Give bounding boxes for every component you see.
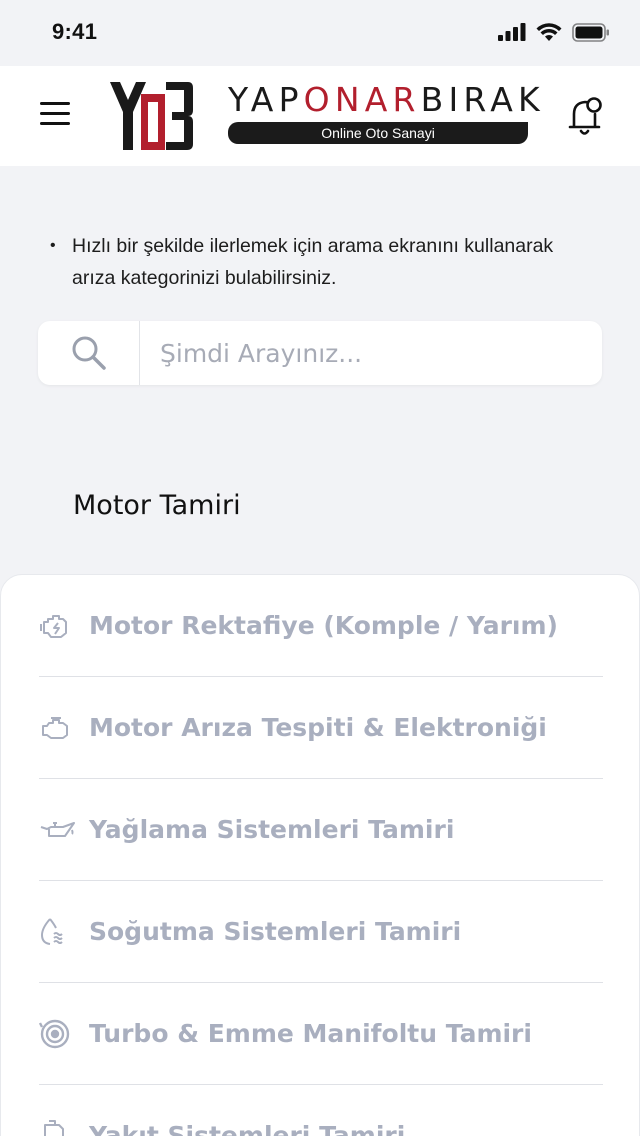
wifi-icon: [536, 22, 562, 41]
search-button[interactable]: [38, 321, 140, 385]
oil-can-icon: [39, 810, 89, 850]
signal-icon: [498, 23, 526, 41]
brand-name-prefix: YAP: [228, 80, 304, 119]
search-icon: [72, 336, 106, 370]
engine-repair-icon: [39, 606, 89, 646]
battery-icon: [572, 22, 609, 42]
list-item[interactable]: Motor Arıza Tespiti & Elektroniği: [39, 677, 603, 779]
hamburger-line: [40, 112, 70, 115]
list-item[interactable]: Turbo & Emme Manifoltu Tamiri: [39, 983, 603, 1085]
coolant-icon: [39, 912, 89, 952]
turbo-icon: [39, 1014, 89, 1054]
list-item[interactable]: Yağlama Sistemleri Tamiri: [39, 779, 603, 881]
search-box: [38, 321, 602, 385]
status-bar: 9:41: [0, 0, 640, 66]
list-item[interactable]: Yakıt Sistemleri Tamiri: [39, 1085, 603, 1136]
list-item-label: Soğutma Sistemleri Tamiri: [89, 917, 462, 946]
section-title: Motor Tamiri: [73, 490, 241, 521]
status-icons: [498, 22, 610, 42]
app-header: YAPONARBIRAK Online Oto Sanayi: [0, 66, 640, 166]
brand-name-suffix: BIRAK: [420, 80, 545, 119]
menu-button[interactable]: [36, 102, 76, 132]
brand-name-accent: ONAR: [303, 80, 421, 119]
hamburger-icon: [40, 102, 70, 105]
list-item-label: Turbo & Emme Manifoltu Tamiri: [89, 1019, 532, 1048]
engine-check-icon: [39, 708, 89, 748]
info-text: • Hızlı bir şekilde ilerlemek için arama…: [50, 230, 570, 294]
category-list: Motor Rektafiye (Komple / Yarım) Motor A…: [0, 574, 640, 1136]
hamburger-line: [40, 122, 70, 125]
fuel-icon: [39, 1116, 89, 1136]
status-time: 9:41: [52, 19, 98, 44]
list-item-label: Yakıt Sistemleri Tamiri: [89, 1121, 406, 1136]
list-item-label: Yağlama Sistemleri Tamiri: [89, 815, 455, 844]
list-item[interactable]: Motor Rektafiye (Komple / Yarım): [39, 575, 603, 677]
brand-logo-icon[interactable]: [108, 80, 194, 152]
info-text-content: Hızlı bir şekilde ilerlemek için arama e…: [72, 235, 554, 289]
app-screen: 9:41 YAPONARBIRAK Online Oto Sanayi • Hı…: [0, 0, 640, 1136]
brand-tagline: Online Oto Sanayi: [228, 122, 528, 144]
info-bullet: •: [50, 237, 56, 254]
list-item[interactable]: Soğutma Sistemleri Tamiri: [39, 881, 603, 983]
search-input[interactable]: [140, 321, 602, 385]
notification-button[interactable]: [566, 94, 606, 138]
list-item-label: Motor Arıza Tespiti & Elektroniği: [89, 713, 547, 742]
list-item-label: Motor Rektafiye (Komple / Yarım): [89, 611, 558, 640]
brand-name: YAPONARBIRAK: [228, 80, 540, 119]
bell-icon: [568, 97, 602, 135]
